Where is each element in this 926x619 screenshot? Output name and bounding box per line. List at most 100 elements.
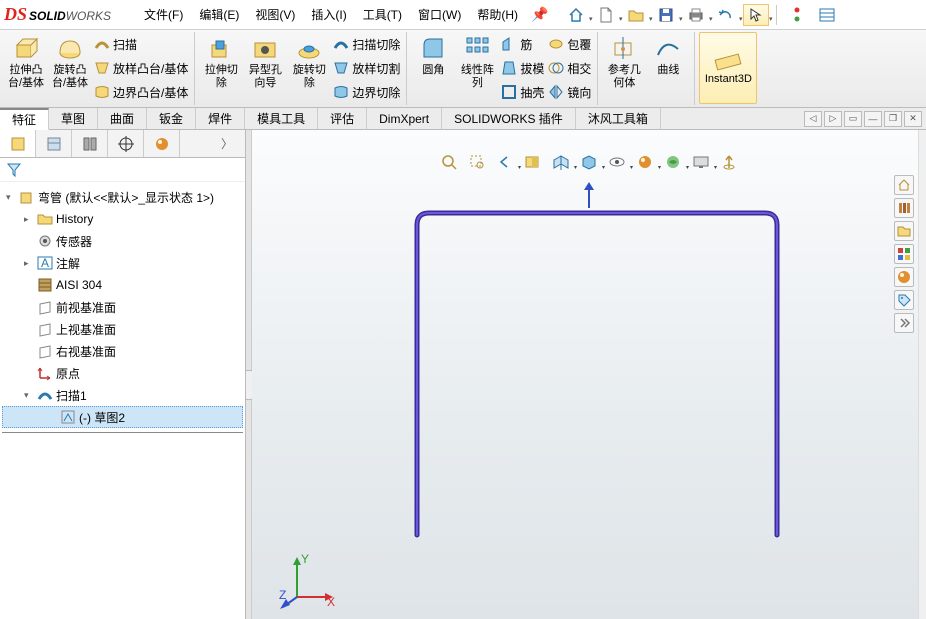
tree-right-plane[interactable]: 右视基准面	[2, 340, 243, 362]
cut-sweep-button[interactable]: 扫描切除	[333, 34, 400, 54]
cut-revolve-button[interactable]: 旋转切 除	[287, 32, 331, 104]
tab-sketch[interactable]: 草图	[49, 108, 98, 129]
qat-open-button[interactable]: ▾	[623, 4, 649, 26]
edit-appearance-button[interactable]: ▾	[634, 152, 656, 172]
funnel-icon[interactable]	[6, 162, 22, 178]
qat-save-button[interactable]: ▾	[653, 4, 679, 26]
tab-weldment[interactable]: 焊件	[196, 108, 245, 129]
extrude-boss-button[interactable]: 拉伸凸 台/基体	[4, 32, 48, 104]
panel-tab-property[interactable]	[36, 130, 72, 157]
loft-button[interactable]: 放样凸台/基体	[94, 58, 188, 78]
menu-tools[interactable]: 工具(T)	[355, 6, 410, 23]
taskpane-explorer-button[interactable]	[894, 221, 914, 241]
zoom-fit-button[interactable]	[438, 152, 460, 172]
rib-button[interactable]: 筋	[501, 34, 544, 54]
view-triad[interactable]: Y X Z	[277, 549, 337, 609]
menu-view[interactable]: 视图(V)	[247, 6, 303, 23]
hide-show-button[interactable]: ▾	[606, 152, 628, 172]
panel-tab-config[interactable]	[72, 130, 108, 157]
hole-wizard-button[interactable]: 异型孔 向导	[243, 32, 287, 104]
zoom-area-button[interactable]	[466, 152, 488, 172]
tree-material[interactable]: AISI 304	[2, 274, 243, 296]
expand-icon[interactable]: ▸	[24, 258, 34, 269]
taskpane-appearance-button[interactable]	[894, 267, 914, 287]
taskpane-properties-button[interactable]	[894, 290, 914, 310]
reference-geometry-button[interactable]: 参考几 何体	[602, 32, 646, 104]
collapse-icon[interactable]: ▾	[6, 192, 16, 203]
tab-mofeng[interactable]: 沐风工具箱	[576, 108, 661, 129]
expand-icon[interactable]: ▸	[24, 214, 34, 225]
cut-loft-button[interactable]: 放样切割	[333, 58, 400, 78]
qat-options-button[interactable]	[814, 4, 840, 26]
qat-home-button[interactable]: ▾	[563, 4, 589, 26]
section-view-button[interactable]	[522, 152, 544, 172]
doc-restore-button[interactable]: ❐	[884, 111, 902, 127]
revolve-boss-button[interactable]: 旋转凸 台/基体	[48, 32, 92, 104]
tree-sensors[interactable]: 传感器	[2, 230, 243, 252]
display-style-button[interactable]: ▾	[578, 152, 600, 172]
linear-pattern-button[interactable]: 线性阵 列	[455, 32, 499, 104]
wrap-button[interactable]: 包覆	[548, 34, 591, 54]
rollback-bar[interactable]	[2, 432, 243, 433]
menu-insert[interactable]: 插入(I)	[303, 6, 354, 23]
tree-top-plane[interactable]: 上视基准面	[2, 318, 243, 340]
tab-addins[interactable]: SOLIDWORKS 插件	[442, 108, 576, 129]
vertical-scrollbar[interactable]	[918, 130, 926, 619]
normal-to-button[interactable]	[718, 152, 740, 172]
cut-extrude-button[interactable]: 拉伸切 除	[199, 32, 243, 104]
tree-sweep1[interactable]: ▾扫描1	[2, 384, 243, 406]
menu-file[interactable]: 文件(F)	[136, 6, 191, 23]
menu-edit[interactable]: 编辑(E)	[191, 6, 247, 23]
doc-minimize-button[interactable]: —	[864, 111, 882, 127]
view-settings-button[interactable]: ▾	[690, 152, 712, 172]
curves-button[interactable]: 曲线	[646, 32, 690, 104]
sweep-button[interactable]: 扫描	[94, 34, 188, 54]
taskpane-home-button[interactable]	[894, 175, 914, 195]
cut-boundary-button[interactable]: 边界切除	[333, 82, 400, 102]
mirror-button[interactable]: 镜向	[548, 82, 591, 102]
fillet-button[interactable]: 圆角	[411, 32, 455, 104]
tree-origin[interactable]: 原点	[2, 362, 243, 384]
instant3d-button[interactable]: Instant3D	[699, 32, 757, 104]
doc-next-button[interactable]: ▷	[824, 111, 842, 127]
tree-history[interactable]: ▸History	[2, 208, 243, 230]
tree-sketch2[interactable]: (-) 草图2	[2, 406, 243, 428]
qat-undo-button[interactable]: ▾	[713, 4, 739, 26]
model-sketch[interactable]	[407, 205, 787, 545]
menu-window[interactable]: 窗口(W)	[410, 6, 469, 23]
tab-sheetmetal[interactable]: 钣金	[147, 108, 196, 129]
draft-button[interactable]: 拔模	[501, 58, 544, 78]
panel-tab-tree[interactable]	[0, 130, 36, 157]
collapse-icon[interactable]: ▾	[24, 390, 34, 401]
shell-button[interactable]: 抽壳	[501, 82, 544, 102]
tab-dimxpert[interactable]: DimXpert	[367, 108, 442, 129]
panel-tab-more[interactable]: 〉	[209, 130, 245, 157]
tab-surface[interactable]: 曲面	[98, 108, 147, 129]
tree-root[interactable]: ▾弯管 (默认<<默认>_显示状态 1>)	[2, 186, 243, 208]
tree-annotations[interactable]: ▸A注解	[2, 252, 243, 274]
view-orientation-button[interactable]: ▾	[550, 152, 572, 172]
pin-icon[interactable]: 📌	[531, 6, 548, 23]
taskpane-library-button[interactable]	[894, 198, 914, 218]
tree-front-plane[interactable]: 前视基准面	[2, 296, 243, 318]
prev-view-button[interactable]: ▾	[494, 152, 516, 172]
intersect-button[interactable]: 相交	[548, 58, 591, 78]
taskpane-palette-button[interactable]	[894, 244, 914, 264]
graphics-viewport[interactable]: ▾ ▾ ▾ ▾ ▾ ▾ ▾ Y X Z	[252, 130, 926, 619]
tab-features[interactable]: 特征	[0, 108, 49, 130]
menu-help[interactable]: 帮助(H)	[469, 6, 526, 23]
tab-moldtools[interactable]: 模具工具	[245, 108, 318, 129]
boundary-button[interactable]: 边界凸台/基体	[94, 82, 188, 102]
taskpane-forum-button[interactable]	[894, 313, 914, 333]
qat-rebuild-button[interactable]	[784, 4, 810, 26]
qat-print-button[interactable]: ▾	[683, 4, 709, 26]
panel-tab-dimxpert[interactable]	[108, 130, 144, 157]
qat-new-button[interactable]: ▾	[593, 4, 619, 26]
qat-select-button[interactable]: ▾	[743, 4, 769, 26]
doc-tile-button[interactable]: ▭	[844, 111, 862, 127]
apply-scene-button[interactable]: ▾	[662, 152, 684, 172]
tab-evaluate[interactable]: 评估	[318, 108, 367, 129]
panel-tab-display[interactable]	[144, 130, 180, 157]
doc-close-button[interactable]: ✕	[904, 111, 922, 127]
doc-prev-button[interactable]: ◁	[804, 111, 822, 127]
